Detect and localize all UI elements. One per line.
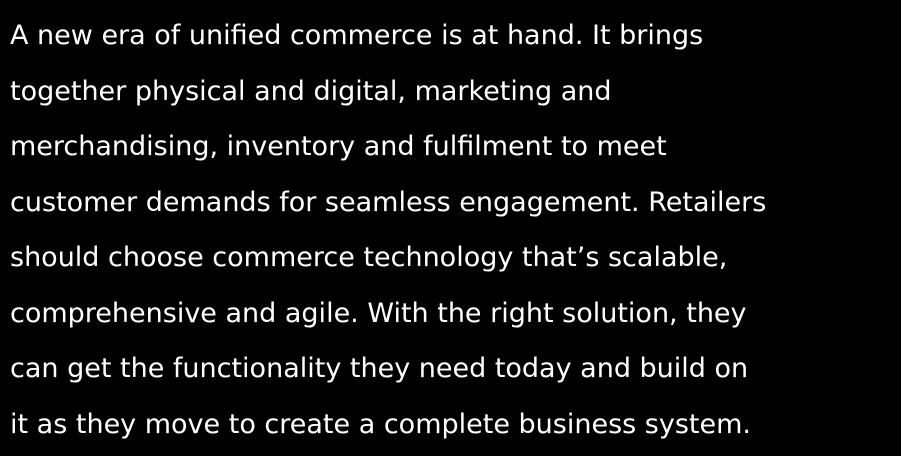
body-paragraph: A new era of unified commerce is at hand… [10,8,766,452]
paragraph-line-1: A new era of unified commerce is at hand… [10,20,704,51]
paragraph-line-7: can get the functionality they need toda… [10,353,749,384]
text-slide: A new era of unified commerce is at hand… [0,0,901,456]
paragraph-line-4: customer demands for seamless engagement… [10,186,767,218]
paragraph-line-5: should choose commerce technology that’s… [10,242,728,273]
paragraph-line-2: together physical and digital, marketing… [10,75,612,107]
paragraph-line-6: comprehensive and agile. With the right … [10,297,747,329]
paragraph-line-3: merchandising, inventory and fulfilment … [10,131,667,162]
paragraph-line-8: it as they move to create a complete bus… [10,408,751,440]
